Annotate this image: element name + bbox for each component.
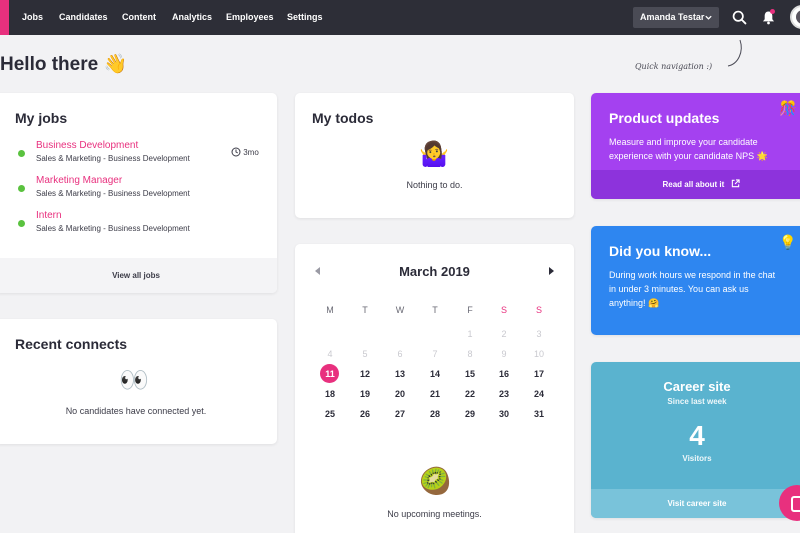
calendar-day[interactable]: 27 bbox=[385, 405, 415, 423]
weekday-label: T bbox=[432, 305, 438, 315]
lightbulb-icon: 💡 bbox=[779, 234, 797, 250]
previous-month-icon[interactable] bbox=[315, 267, 321, 275]
calendar-day[interactable]: 13 bbox=[385, 365, 415, 383]
curved-arrow-icon bbox=[727, 39, 742, 67]
notification-badge bbox=[770, 9, 775, 14]
quick-navigation-hint: Quick navigation :) bbox=[635, 62, 713, 71]
job-title-link[interactable]: Intern bbox=[36, 210, 62, 221]
job-age-text: 3mo bbox=[243, 148, 259, 157]
calendar-day[interactable]: 17 bbox=[524, 365, 554, 383]
calendar-day[interactable]: 9 bbox=[489, 345, 519, 363]
weekday-label: F bbox=[467, 305, 473, 315]
calendar-day[interactable]: 5 bbox=[350, 345, 380, 363]
empty-state-text: No upcoming meetings. bbox=[387, 509, 482, 519]
calendar-day[interactable]: 30 bbox=[489, 405, 519, 423]
brand-accent-strip bbox=[0, 0, 9, 35]
calendar-day[interactable]: 6 bbox=[385, 345, 415, 363]
job-subtitle: Sales & Marketing - Business Development bbox=[36, 189, 190, 198]
calendar-day[interactable]: 3 bbox=[524, 325, 554, 343]
page-title: Hello there 👋 bbox=[0, 54, 128, 75]
job-subtitle: Sales & Marketing - Business Development bbox=[36, 154, 190, 163]
job-age: 3mo bbox=[231, 147, 259, 157]
chevron-down-icon bbox=[705, 15, 712, 20]
nav-item-settings[interactable]: Settings bbox=[287, 0, 323, 35]
next-month-icon[interactable] bbox=[548, 267, 554, 275]
visitor-count: 4 bbox=[689, 420, 705, 451]
calendar-day[interactable]: 18 bbox=[315, 385, 345, 403]
nav-item-jobs[interactable]: Jobs bbox=[22, 0, 43, 35]
calendar-day[interactable]: 22 bbox=[455, 385, 485, 403]
calendar-day[interactable]: 21 bbox=[420, 385, 450, 403]
weekday-label: S bbox=[535, 305, 542, 315]
calendar-day[interactable]: 24 bbox=[524, 385, 554, 403]
calendar-day[interactable]: 20 bbox=[385, 385, 415, 403]
calendar-day[interactable]: 4 bbox=[315, 345, 345, 363]
calendar-day[interactable]: 25 bbox=[315, 405, 345, 423]
calendar-day[interactable]: 14 bbox=[420, 365, 450, 383]
nav-item-candidates[interactable]: Candidates bbox=[59, 0, 108, 35]
weekday-label: S bbox=[500, 305, 507, 315]
weekday-label: T bbox=[362, 305, 368, 315]
empty-state-text: No candidates have connected yet. bbox=[65, 406, 207, 416]
job-subtitle: Sales & Marketing - Business Development bbox=[36, 224, 190, 233]
calendar-day-today[interactable]: 11 bbox=[315, 365, 345, 383]
shrug-emoji-icon: 🤷‍♀️ bbox=[419, 141, 449, 168]
recent-connects-title: Recent connects bbox=[15, 336, 128, 352]
recent-connects-card: Recent connects 👀 No candidates have con… bbox=[0, 319, 277, 444]
did-you-know-body: During work hours we respond in the chat… bbox=[609, 270, 776, 308]
external-link-icon bbox=[731, 179, 740, 188]
visitor-count-label: Visitors bbox=[682, 454, 712, 463]
nav-item-content[interactable]: Content bbox=[122, 0, 156, 35]
calendar-day[interactable]: 2 bbox=[489, 325, 519, 343]
status-dot bbox=[18, 220, 25, 227]
job-title-link[interactable]: Business Development bbox=[36, 140, 138, 151]
kiwi-emoji-icon: 🥝 bbox=[419, 466, 452, 496]
calendar-day[interactable]: 12 bbox=[350, 365, 380, 383]
weekday-label: M bbox=[326, 305, 334, 315]
product-updates-card: Product updates 🎊 Measure and improve yo… bbox=[591, 93, 800, 199]
top-navigation-bar: Jobs Candidates Content Analytics Employ… bbox=[0, 0, 800, 35]
calendar-day[interactable]: 19 bbox=[350, 385, 380, 403]
calendar-day[interactable]: 31 bbox=[524, 405, 554, 423]
my-todos-title: My todos bbox=[312, 110, 374, 126]
visit-career-site-link[interactable]: Visit career site bbox=[591, 489, 800, 518]
calendar-day[interactable]: 29 bbox=[455, 405, 485, 423]
avatar[interactable] bbox=[790, 5, 800, 29]
nav-item-analytics[interactable]: Analytics bbox=[172, 0, 212, 35]
my-jobs-title: My jobs bbox=[15, 110, 68, 126]
party-icon: 🎊 bbox=[779, 100, 797, 116]
career-site-subtitle: Since last week bbox=[667, 397, 727, 406]
view-all-jobs-link[interactable]: View all jobs bbox=[0, 258, 277, 293]
calendar-month-title: March 2019 bbox=[399, 264, 470, 279]
calendar-day[interactable]: 10 bbox=[524, 345, 554, 363]
search-icon[interactable] bbox=[731, 9, 748, 26]
career-site-card: Career site Since last week 4 Visitors V… bbox=[591, 362, 800, 518]
calendar-day[interactable]: 8 bbox=[455, 345, 485, 363]
calendar-day[interactable]: 1 bbox=[455, 325, 485, 343]
calendar-day[interactable]: 28 bbox=[420, 405, 450, 423]
status-dot bbox=[18, 185, 25, 192]
nav-item-employees[interactable]: Employees bbox=[226, 0, 274, 35]
calendar-day[interactable]: 23 bbox=[489, 385, 519, 403]
career-site-title: Career site bbox=[663, 379, 731, 394]
calendar-day[interactable]: 15 bbox=[455, 365, 485, 383]
read-all-about-it-link[interactable]: Read all about it bbox=[591, 170, 800, 199]
job-title-link[interactable]: Marketing Manager bbox=[36, 175, 122, 186]
calendar-day[interactable]: 26 bbox=[350, 405, 380, 423]
eyes-emoji-icon: 👀 bbox=[119, 367, 149, 394]
calendar-day[interactable]: 16 bbox=[489, 365, 519, 383]
status-dot bbox=[18, 150, 25, 157]
weekday-label: W bbox=[395, 305, 405, 315]
product-updates-body: Measure and improve your candidate exper… bbox=[609, 137, 768, 161]
clock-icon bbox=[231, 147, 241, 157]
product-updates-title: Product updates bbox=[609, 110, 720, 126]
did-you-know-title: Did you know... bbox=[609, 243, 712, 259]
empty-state-text: Nothing to do. bbox=[406, 180, 463, 190]
read-all-about-it-label: Read all about it bbox=[662, 180, 725, 189]
did-you-know-card: Did you know... 💡 During work hours we r… bbox=[591, 226, 800, 335]
my-todos-card: My todos 🤷‍♀️ Nothing to do. bbox=[295, 93, 574, 218]
calendar-day[interactable]: 7 bbox=[420, 345, 450, 363]
user-name: Amanda Testar bbox=[640, 12, 705, 22]
user-menu-button[interactable]: Amanda Testar bbox=[633, 7, 719, 28]
